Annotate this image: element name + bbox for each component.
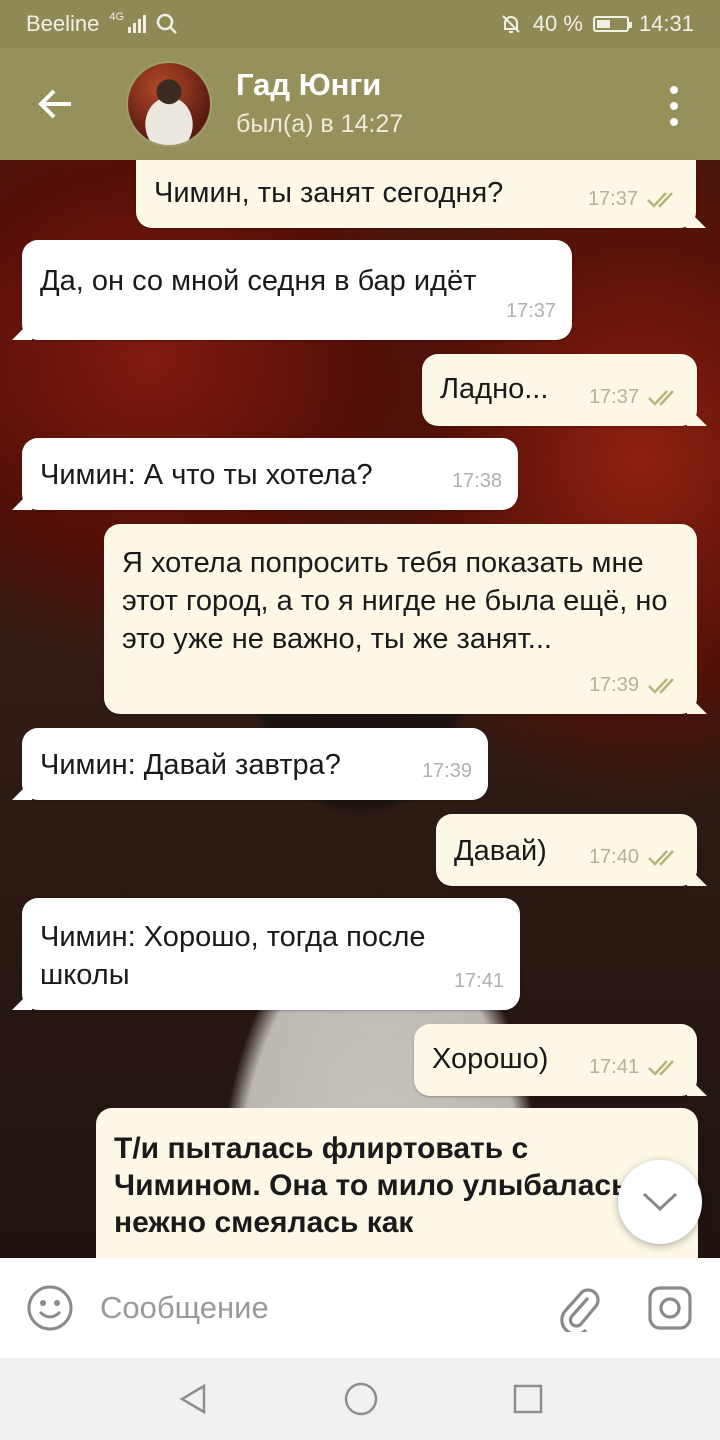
message-text: Ладно... bbox=[440, 373, 549, 405]
signal-icon bbox=[128, 15, 147, 33]
attach-button[interactable] bbox=[540, 1284, 620, 1332]
square-recents-icon[interactable] bbox=[512, 1383, 544, 1415]
message-bubble[interactable]: Я хотела попросить тебя показать мне это… bbox=[104, 524, 697, 714]
last-seen-status: был(а) в 14:27 bbox=[236, 110, 404, 138]
search-icon bbox=[156, 13, 177, 34]
chat-header: Гад Юнги был(а) в 14:27 bbox=[0, 48, 720, 160]
circle-home-icon[interactable] bbox=[343, 1381, 379, 1417]
message-time: 17:41 bbox=[588, 1056, 639, 1078]
status-bar: Beeline 4G 40 % 14:31 bbox=[0, 0, 720, 48]
contact-info[interactable]: Гад Юнги был(а) в 14:27 bbox=[236, 67, 403, 141]
message-bubble[interactable]: Чимин: А что ты хотела? 17:38 bbox=[22, 438, 518, 510]
message-time: 17:41 bbox=[453, 970, 504, 992]
message-time: 17:40 bbox=[588, 846, 639, 868]
message-time: 17:37 bbox=[587, 188, 638, 210]
double-check-icon bbox=[648, 1060, 674, 1076]
message-time: 17:37 bbox=[505, 300, 556, 322]
message-bubble[interactable]: Чимин: Давай завтра? 17:39 bbox=[22, 728, 488, 800]
message-text: Чимин: Давай завтра? bbox=[40, 749, 341, 781]
more-vertical-icon[interactable] bbox=[654, 86, 694, 126]
message-text: Т/и пыталась флиртовать с Чимином. Она т… bbox=[114, 1132, 679, 1239]
paperclip-icon bbox=[560, 1288, 600, 1332]
message-bubble[interactable]: Да, он со мной седня в бар идёт 17:37 bbox=[22, 240, 572, 340]
message-time: 17:37 bbox=[588, 386, 639, 408]
system-navigation-bar bbox=[0, 1358, 720, 1440]
message-text: Да, он со мной седня в бар идёт bbox=[40, 265, 477, 297]
chevron-down-icon bbox=[642, 1192, 678, 1212]
message-bubble[interactable]: Хорошо) 17:41 bbox=[414, 1024, 697, 1096]
battery-percent: 40 % bbox=[532, 11, 583, 36]
double-check-icon bbox=[648, 850, 674, 866]
back-button[interactable] bbox=[0, 48, 110, 160]
avatar[interactable] bbox=[128, 63, 210, 145]
clock: 14:31 bbox=[638, 11, 694, 36]
arrow-left-icon bbox=[38, 89, 71, 119]
message-text: Чимин, ты занят сегодня? bbox=[154, 177, 504, 209]
message-bubble[interactable]: Чимин: Хорошо, тогда после школы 17:41 bbox=[22, 898, 520, 1010]
message-time: 17:39 bbox=[421, 760, 472, 782]
message-input[interactable] bbox=[100, 1290, 540, 1326]
smiley-icon bbox=[27, 1285, 73, 1331]
scroll-down-button[interactable] bbox=[618, 1160, 702, 1244]
emoji-button[interactable] bbox=[0, 1284, 100, 1332]
message-bubble[interactable]: Т/и пыталась флиртовать с Чимином. Она т… bbox=[96, 1108, 698, 1268]
message-bubble[interactable]: Ладно... 17:37 bbox=[422, 354, 697, 426]
camera-icon bbox=[648, 1286, 692, 1330]
message-bubble[interactable]: Давай) 17:40 bbox=[436, 814, 697, 886]
message-text: Чимин: Хорошо, тогда после школы bbox=[40, 921, 426, 991]
double-check-icon bbox=[647, 192, 673, 208]
message-time: 17:39 bbox=[588, 674, 639, 696]
message-time: 17:38 bbox=[451, 470, 502, 492]
camera-button[interactable] bbox=[620, 1284, 720, 1332]
message-bubble[interactable]: Чимин, ты занят сегодня? 17:37 bbox=[136, 160, 696, 228]
message-text: Давай) bbox=[454, 835, 547, 867]
carrier-label: Beeline bbox=[26, 11, 100, 36]
message-text: Чимин: А что ты хотела? bbox=[40, 459, 373, 491]
bell-off-icon bbox=[502, 15, 520, 33]
battery-icon bbox=[592, 16, 632, 32]
contact-name: Гад Юнги bbox=[236, 67, 382, 102]
message-text: Хорошо) bbox=[432, 1043, 549, 1075]
message-composer bbox=[0, 1258, 720, 1358]
double-check-icon bbox=[648, 678, 674, 694]
triangle-back-icon[interactable] bbox=[176, 1382, 210, 1416]
message-text: Я хотела попросить тебя показать мне это… bbox=[122, 547, 668, 655]
network-type: 4G bbox=[109, 11, 125, 23]
double-check-icon bbox=[648, 390, 674, 406]
